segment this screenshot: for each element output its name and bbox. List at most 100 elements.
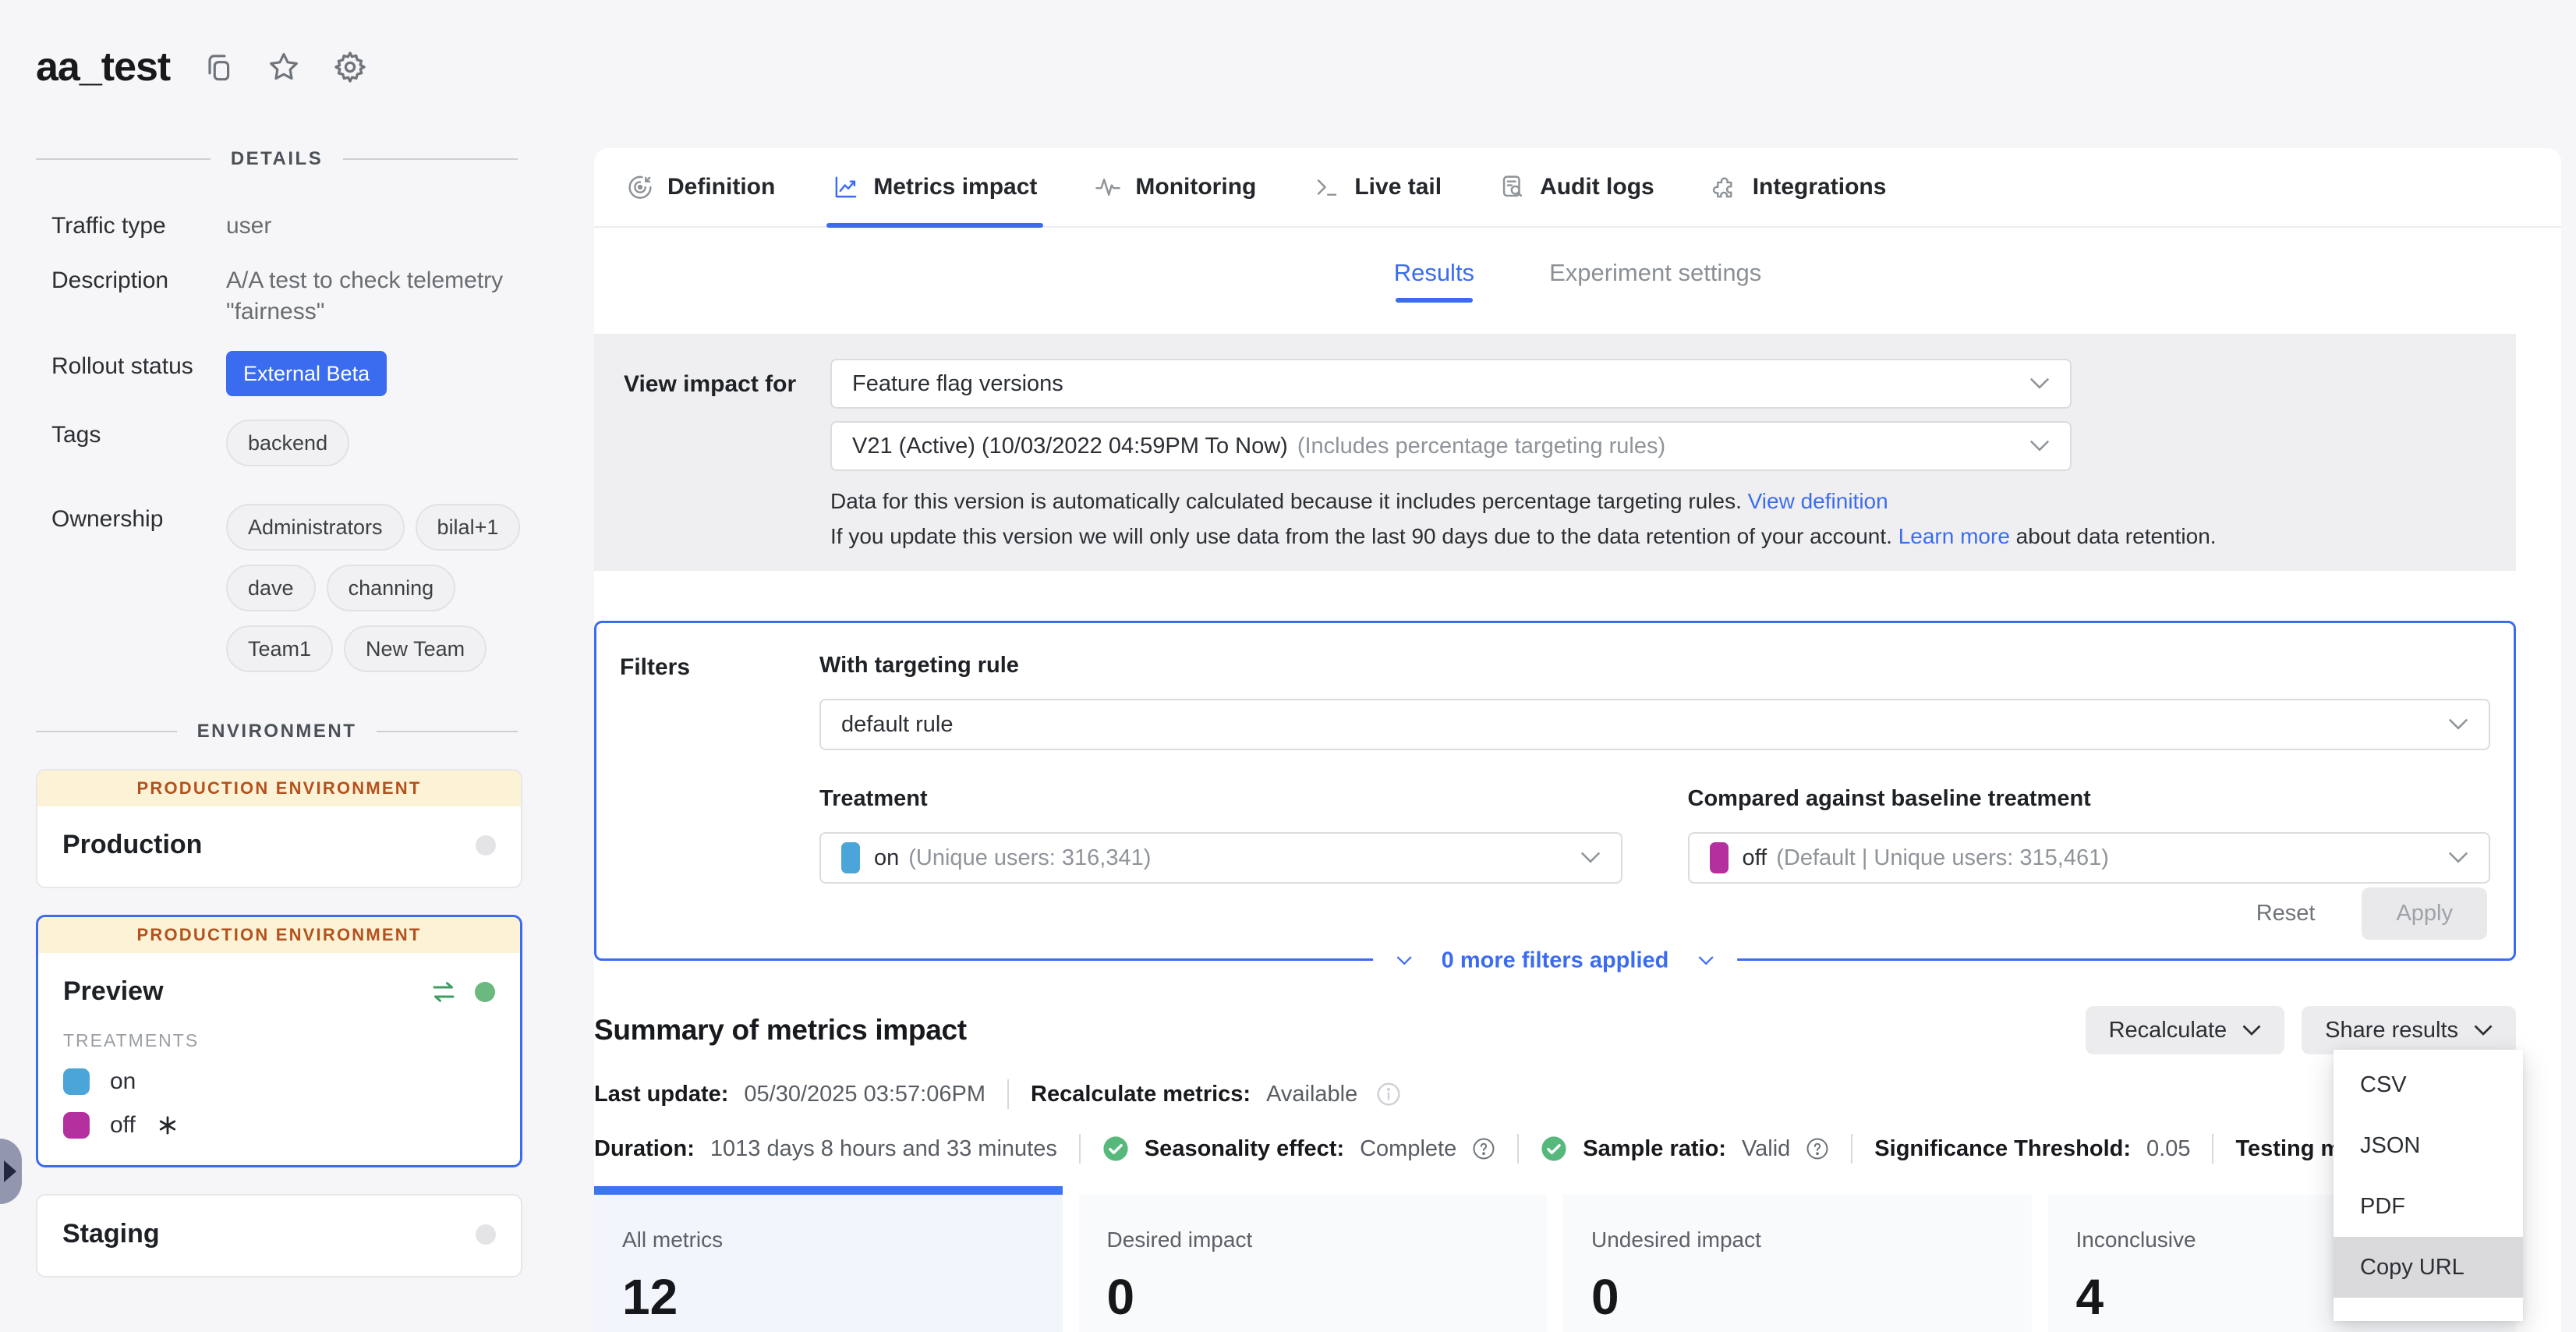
question-circle-icon[interactable] xyxy=(1472,1137,1495,1160)
treatments-heading: TREATMENTS xyxy=(63,1030,495,1051)
tab-monitoring[interactable]: Monitoring xyxy=(1095,148,1256,226)
chevron-down-icon xyxy=(2029,377,2050,390)
tab-label: Integrations xyxy=(1753,174,1887,200)
menu-item-csv[interactable]: CSV xyxy=(2334,1054,2523,1115)
swap-arrows-icon xyxy=(430,980,458,1004)
treatment-filter: Treatment on (Unique users: 316,341) xyxy=(819,786,1622,884)
description-label: Description xyxy=(51,265,226,328)
subtab-results[interactable]: Results xyxy=(1394,259,1474,303)
details-heading: DETAILS xyxy=(231,148,323,170)
env-status-dot xyxy=(476,835,496,856)
treatment-filter-label: Treatment xyxy=(819,786,1622,812)
document-search-icon xyxy=(1499,174,1526,200)
info-icon[interactable] xyxy=(1376,1082,1401,1107)
gear-icon[interactable] xyxy=(332,49,368,85)
owner-pill[interactable]: Team1 xyxy=(226,625,333,672)
metric-card-all-metrics[interactable]: All metrics 12 xyxy=(594,1195,1063,1332)
chevron-down-icon xyxy=(2448,718,2468,731)
view-impact-label: View impact for xyxy=(624,359,830,471)
tag-pill[interactable]: backend xyxy=(226,420,349,466)
owner-pill[interactable]: channing xyxy=(327,565,456,611)
targeting-rule-value: default rule xyxy=(841,712,2448,738)
view-definition-link[interactable]: View definition xyxy=(1748,489,1888,513)
tab-metrics-impact[interactable]: Metrics impact xyxy=(833,148,1037,226)
learn-more-link[interactable]: Learn more xyxy=(1898,524,2010,548)
treatment-detail: (Unique users: 316,341) xyxy=(908,845,1151,871)
env-card-preview[interactable]: PRODUCTION ENVIRONMENT Preview TREATMENT… xyxy=(36,915,522,1167)
menu-item-copy-url[interactable]: Copy URL xyxy=(2334,1237,2523,1298)
divider xyxy=(1007,1079,1009,1109)
treatment-off-swatch xyxy=(63,1112,90,1139)
main-panel: Definition Metrics impact Monitoring xyxy=(594,148,2561,1332)
subtab-experiment-settings[interactable]: Experiment settings xyxy=(1549,259,1761,303)
version-note-1: Data for this version is automatically c… xyxy=(830,489,1742,513)
env-card-staging[interactable]: Staging xyxy=(36,1194,522,1277)
filters-card: Filters With targeting rule default rule… xyxy=(594,621,2516,961)
version-note-2-tail: about data retention. xyxy=(2016,524,2217,548)
rollout-status-badge[interactable]: External Beta xyxy=(226,351,387,396)
chevron-down-icon xyxy=(2448,852,2468,864)
tags-row: Tags backend xyxy=(51,420,554,480)
env-name-staging: Staging xyxy=(62,1219,160,1249)
seasonality-label: Seasonality effect: xyxy=(1145,1136,1344,1162)
baseline-dropdown[interactable]: off (Default | Unique users: 315,461) xyxy=(1688,832,2491,884)
owner-pill[interactable]: dave xyxy=(226,565,316,611)
description-row: Description A/A test to check telemetry … xyxy=(51,265,554,328)
tags-label: Tags xyxy=(51,420,226,480)
treatment-dropdown[interactable]: on (Unique users: 316,341) xyxy=(819,832,1622,884)
env-name-production: Production xyxy=(62,830,202,860)
tab-definition[interactable]: Definition xyxy=(627,148,775,226)
page-title: aa_test xyxy=(36,44,170,90)
menu-item-pdf[interactable]: PDF xyxy=(2334,1176,2523,1237)
summary-stats-line-1: Last update: 05/30/2025 03:57:06PM Recal… xyxy=(594,1079,2516,1109)
divider xyxy=(1517,1134,1519,1164)
owner-pill[interactable]: Administrators xyxy=(226,504,405,551)
version-dropdown[interactable]: V21 (Active) (10/03/2022 04:59PM To Now)… xyxy=(830,421,2072,471)
copy-icon[interactable] xyxy=(201,50,235,84)
version-note-2: If you update this version we will only … xyxy=(830,524,1892,548)
owner-pill[interactable]: New Team xyxy=(344,625,487,672)
menu-item-json[interactable]: JSON xyxy=(2334,1115,2523,1176)
check-circle-icon xyxy=(1541,1135,1567,1162)
baseline-value: off xyxy=(1743,845,1767,871)
targeting-rule-label: With targeting rule xyxy=(819,653,2490,678)
divider xyxy=(1079,1134,1081,1164)
more-filters-toggle[interactable]: 0 more filters applied xyxy=(1373,942,1738,980)
tab-bar: Definition Metrics impact Monitoring xyxy=(594,148,2561,228)
chevron-down-icon xyxy=(1580,852,1601,864)
targeting-rule-dropdown[interactable]: default rule xyxy=(819,699,2490,750)
metric-card-value: 12 xyxy=(622,1268,1063,1326)
metric-card-label: Desired impact xyxy=(1107,1227,1548,1252)
impact-type-dropdown[interactable]: Feature flag versions xyxy=(830,359,2072,409)
rollout-status-label: Rollout status xyxy=(51,351,226,396)
metric-card-undesired-impact[interactable]: Undesired impact 0 xyxy=(1563,1195,2032,1332)
star-icon[interactable] xyxy=(267,50,301,84)
tab-label: Definition xyxy=(667,174,775,200)
share-results-button-label: Share results xyxy=(2325,1018,2458,1043)
description-value: A/A test to check telemetry "fairness" xyxy=(226,265,522,328)
line-chart-icon xyxy=(833,174,859,200)
tab-integrations[interactable]: Integrations xyxy=(1712,148,1887,226)
traffic-type-value: user xyxy=(226,211,522,242)
divider xyxy=(1851,1134,1852,1164)
apply-button[interactable]: Apply xyxy=(2362,887,2487,940)
chevron-right-icon xyxy=(4,1160,16,1182)
owner-pill[interactable]: bilal+1 xyxy=(416,504,521,551)
seasonality-value: Complete xyxy=(1360,1136,1456,1162)
env-card-production[interactable]: PRODUCTION ENVIRONMENT Production xyxy=(36,769,522,888)
question-circle-icon[interactable] xyxy=(1806,1137,1829,1160)
traffic-type-label: Traffic type xyxy=(51,211,226,242)
metric-card-desired-impact[interactable]: Desired impact 0 xyxy=(1079,1195,1548,1332)
environment-heading: ENVIRONMENT xyxy=(197,721,357,742)
treatment-off-row: off xyxy=(63,1112,495,1139)
production-environment-banner: PRODUCTION ENVIRONMENT xyxy=(37,771,521,806)
reset-button[interactable]: Reset xyxy=(2245,893,2327,934)
recalculate-button-label: Recalculate xyxy=(2109,1018,2227,1043)
recalculate-button[interactable]: Recalculate xyxy=(2086,1006,2285,1054)
ownership-label: Ownership xyxy=(51,504,226,686)
tab-audit-logs[interactable]: Audit logs xyxy=(1499,148,1654,226)
baseline-filter: Compared against baseline treatment off … xyxy=(1688,786,2491,884)
recalculate-metrics-label: Recalculate metrics: xyxy=(1031,1082,1251,1107)
tab-live-tail[interactable]: Live tail xyxy=(1314,148,1442,226)
share-results-button[interactable]: Share results xyxy=(2302,1006,2516,1054)
